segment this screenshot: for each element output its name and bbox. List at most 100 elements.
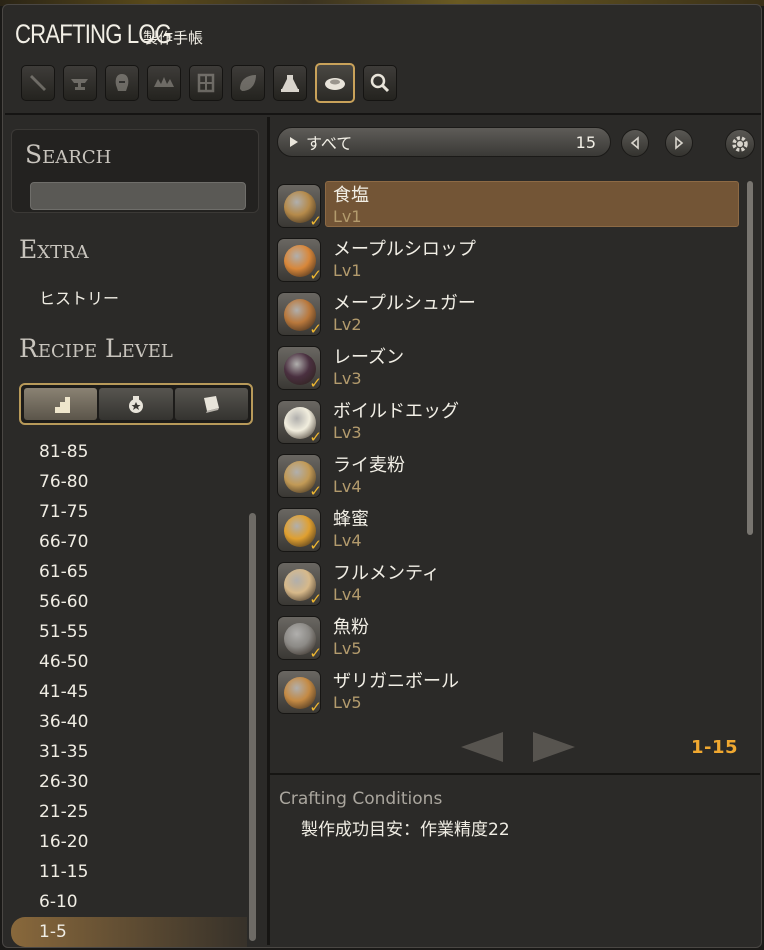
recipe-level: Lv4 bbox=[333, 476, 362, 496]
bag-mode-button[interactable] bbox=[99, 388, 173, 420]
gear-icon bbox=[732, 136, 748, 152]
prev-category-button[interactable] bbox=[621, 129, 649, 157]
recipe-text: メープルシロップ Lv1 bbox=[333, 238, 476, 280]
recipe-row[interactable]: ✓ 魚粉 Lv5 bbox=[277, 611, 743, 665]
level-list: 81-85 76-80 71-75 66-70 61-65 56-60 51-55 46-50… bbox=[11, 437, 247, 947]
checkmark-icon: ✓ bbox=[309, 212, 322, 230]
tab-goldsmith[interactable] bbox=[147, 65, 181, 101]
recipe-list-scrollbar[interactable] bbox=[747, 181, 753, 535]
recipe-name: レーズン bbox=[333, 346, 405, 368]
recipe-level: Lv4 bbox=[333, 584, 362, 604]
recipe-item-icon: ✓ bbox=[277, 670, 322, 716]
level-mode-button[interactable] bbox=[24, 388, 98, 420]
checkmark-icon: ✓ bbox=[309, 482, 322, 500]
next-category-button[interactable] bbox=[665, 129, 693, 157]
header-divider bbox=[5, 113, 761, 115]
recipe-level: Lv5 bbox=[333, 692, 362, 712]
recipe-name: ザリガニボール bbox=[333, 670, 459, 692]
recipe-item-icon: ✓ bbox=[277, 400, 322, 446]
leatherworker-icon bbox=[197, 73, 215, 93]
level-item[interactable]: 16-20 bbox=[11, 827, 247, 857]
recipe-level: Lv1 bbox=[333, 206, 362, 226]
tab-culinarian[interactable] bbox=[315, 63, 355, 103]
recipe-text: 魚粉 Lv5 bbox=[333, 618, 369, 658]
tab-alchemist[interactable] bbox=[273, 65, 307, 101]
recipe-name: ボイルドエッグ bbox=[333, 400, 459, 422]
recipe-row[interactable]: ✓ フルメンティ Lv4 bbox=[277, 557, 743, 611]
search-section: Search bbox=[11, 129, 259, 213]
tab-carpenter[interactable] bbox=[21, 65, 55, 101]
level-item[interactable]: 66-70 bbox=[11, 527, 247, 557]
recipe-row[interactable]: ✓ 食塩 Lv1 bbox=[277, 179, 743, 233]
checkmark-icon: ✓ bbox=[309, 428, 322, 446]
tab-weaver[interactable] bbox=[231, 65, 265, 101]
level-item[interactable]: 26-30 bbox=[11, 767, 247, 797]
recipe-level: Lv2 bbox=[333, 314, 362, 334]
recipe-text: 食塩 Lv1 bbox=[333, 186, 369, 226]
filter-count: 15 bbox=[575, 132, 596, 152]
level-item[interactable]: 41-45 bbox=[11, 677, 247, 707]
level-item[interactable]: 81-85 bbox=[11, 437, 247, 467]
recipe-list: ✓ 食塩 Lv1 ✓ メープルシロップ Lv1 ✓ メープルシュガー Lv2 ✓ レーズン Lv3 ✓ ボ… bbox=[277, 179, 743, 719]
recipe-row[interactable]: ✓ ザリガニボール Lv5 bbox=[277, 665, 743, 719]
chevron-right-icon bbox=[675, 136, 684, 150]
recipe-name: メープルシロップ bbox=[333, 238, 476, 260]
recipe-name: ライ麦粉 bbox=[333, 454, 405, 476]
recipe-name: フルメンティ bbox=[333, 562, 440, 584]
level-item[interactable]: 31-35 bbox=[11, 737, 247, 767]
prev-page-button[interactable] bbox=[459, 729, 505, 765]
right-panel: すべて 15 ✓ 食塩 Lv1 ✓ メープルシロップ Lv1 ✓ メープルシュガー Lv2 ✓ レー… bbox=[270, 117, 761, 947]
page-range: 1-15 bbox=[691, 737, 739, 758]
recipe-item-icon: ✓ bbox=[277, 454, 322, 500]
recipe-level: Lv4 bbox=[333, 530, 362, 550]
recipe-row[interactable]: ✓ ライ麦粉 Lv4 bbox=[277, 449, 743, 503]
stairs-icon bbox=[51, 397, 70, 413]
level-item[interactable]: 51-55 bbox=[11, 617, 247, 647]
recipe-item-icon: ✓ bbox=[277, 508, 322, 554]
tab-leatherworker[interactable] bbox=[189, 65, 223, 101]
level-item[interactable]: 56-60 bbox=[11, 587, 247, 617]
recipe-row[interactable]: ✓ ボイルドエッグ Lv3 bbox=[277, 395, 743, 449]
chevron-left-icon bbox=[630, 136, 639, 150]
conditions-title: Crafting Conditions bbox=[279, 789, 443, 809]
checkmark-icon: ✓ bbox=[309, 590, 322, 608]
conditions-divider bbox=[270, 773, 760, 775]
level-item[interactable]: 71-75 bbox=[11, 497, 247, 527]
level-list-scrollbar[interactable] bbox=[249, 513, 256, 941]
recipe-item-icon: ✓ bbox=[277, 562, 322, 608]
recipe-row[interactable]: ✓ レーズン Lv3 bbox=[277, 341, 743, 395]
level-item[interactable]: 36-40 bbox=[11, 707, 247, 737]
settings-button[interactable] bbox=[725, 129, 755, 159]
bag-icon bbox=[128, 396, 143, 413]
book-mode-button[interactable] bbox=[174, 388, 248, 420]
tab-armorer[interactable] bbox=[105, 65, 139, 101]
recipe-item-icon: ✓ bbox=[277, 616, 322, 662]
window-title: CRAFTING LOG bbox=[15, 19, 172, 49]
level-item[interactable]: 76-80 bbox=[11, 467, 247, 497]
book-icon bbox=[204, 396, 220, 413]
recipe-text: メープルシュガー Lv2 bbox=[333, 292, 476, 334]
level-item[interactable]: 61-65 bbox=[11, 557, 247, 587]
recipe-row[interactable]: ✓ 蜂蜜 Lv4 bbox=[277, 503, 743, 557]
recipe-name: メープルシュガー bbox=[333, 292, 476, 314]
tab-search[interactable] bbox=[363, 65, 397, 101]
level-item[interactable]: 1-5 bbox=[11, 917, 247, 947]
category-filter-dropdown[interactable]: すべて 15 bbox=[277, 127, 611, 157]
recipe-row[interactable]: ✓ メープルシロップ Lv1 bbox=[277, 233, 743, 287]
recipe-row[interactable]: ✓ メープルシュガー Lv2 bbox=[277, 287, 743, 341]
history-link[interactable]: ヒストリー bbox=[39, 285, 119, 309]
recipe-text: ボイルドエッグ Lv3 bbox=[333, 400, 459, 442]
level-item[interactable]: 6-10 bbox=[11, 887, 247, 917]
search-input[interactable] bbox=[30, 182, 246, 210]
tab-blacksmith[interactable] bbox=[63, 65, 97, 101]
conditions-text: 製作成功目安：作業精度22 bbox=[301, 820, 510, 840]
next-page-button[interactable] bbox=[531, 729, 577, 765]
level-item[interactable]: 21-25 bbox=[11, 797, 247, 827]
panel-divider bbox=[267, 117, 270, 945]
recipe-item-icon: ✓ bbox=[277, 238, 322, 284]
level-item[interactable]: 11-15 bbox=[11, 857, 247, 887]
level-item[interactable]: 46-50 bbox=[11, 647, 247, 677]
checkmark-icon: ✓ bbox=[309, 320, 322, 338]
recipe-item-icon: ✓ bbox=[277, 292, 322, 338]
blacksmith-icon bbox=[71, 79, 88, 90]
